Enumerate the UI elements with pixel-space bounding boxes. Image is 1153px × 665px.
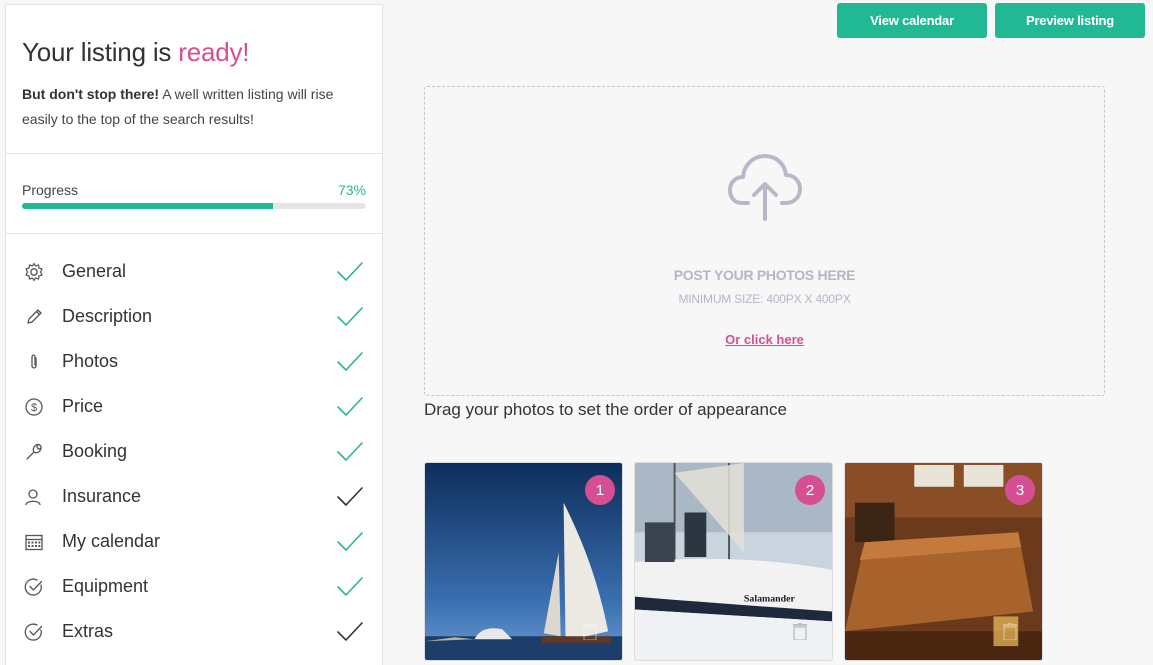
checkmark-icon: [337, 621, 363, 641]
step-label: Booking: [62, 441, 128, 461]
check-circle-icon: [22, 575, 46, 599]
step-item[interactable]: General: [6, 249, 382, 294]
listing-sidebar: Your listing is ready! But don't stop th…: [5, 4, 383, 665]
step-item[interactable]: Booking: [6, 429, 382, 474]
photo-order-badge: 1: [585, 475, 615, 505]
svg-text:$: $: [31, 402, 37, 414]
step-label: My calendar: [62, 531, 161, 551]
progress-bar: [22, 203, 366, 209]
check-circle-icon: [22, 620, 46, 644]
pencil-icon: [22, 305, 46, 329]
calendar-icon: [22, 530, 46, 554]
photo-order-badge: 2: [795, 475, 825, 505]
sidebar-description: But don't stop there! A well written lis…: [22, 82, 366, 132]
paperclip-icon: [22, 350, 46, 374]
dropzone-title: POST YOUR PHOTOS HERE: [673, 267, 856, 283]
description-bold: But don't stop there!: [22, 86, 160, 102]
step-item[interactable]: Equipment: [6, 564, 382, 609]
title-accent: ready!: [178, 37, 250, 67]
photo-thumbnail[interactable]: 3: [844, 462, 1043, 661]
progress-bar-fill: [22, 203, 274, 209]
step-item[interactable]: Extras: [6, 609, 382, 654]
dollar-icon: $: [22, 395, 46, 419]
trash-icon[interactable]: [793, 623, 807, 640]
dropzone-min-size: MINIMUM SIZE: 400PX X 400PX: [678, 292, 851, 306]
step-item[interactable]: Description: [6, 294, 382, 339]
photo-thumbnail[interactable]: Salamander 2: [634, 462, 833, 661]
photo-order-hint: Drag your photos to set the order of app…: [424, 400, 787, 419]
step-item[interactable]: $ Price: [6, 384, 382, 429]
trash-icon[interactable]: [1003, 623, 1017, 640]
click-to-upload-link[interactable]: Or click here: [425, 332, 1104, 347]
step-list: General Description Photos $ Price Booking Ins…: [6, 234, 382, 654]
checkmark-icon: [337, 486, 363, 506]
photo-order-badge: 3: [1005, 475, 1035, 505]
photo-dropzone[interactable]: POST YOUR PHOTOS HERE MINIMUM SIZE: 400P…: [424, 86, 1105, 396]
wrench-icon: [22, 440, 46, 464]
progress-section: Progress 73%: [6, 154, 382, 234]
page-title: Your listing is ready!: [22, 37, 366, 68]
checkmark-icon: [337, 441, 363, 461]
step-item[interactable]: Photos: [6, 339, 382, 384]
photo-thumbnail[interactable]: 1: [424, 462, 623, 661]
preview-listing-button[interactable]: Preview listing: [995, 3, 1145, 38]
step-item[interactable]: My calendar: [6, 519, 382, 564]
step-label: Description: [62, 306, 153, 326]
step-label: Price: [62, 396, 104, 416]
checkmark-icon: [337, 576, 363, 596]
sidebar-header: Your listing is ready! But don't stop th…: [6, 5, 382, 154]
step-label: Extras: [62, 621, 114, 641]
progress-percent: 73%: [337, 182, 366, 198]
step-item[interactable]: Insurance: [6, 474, 382, 519]
progress-label: Progress: [22, 182, 79, 198]
checkmark-icon: [337, 531, 363, 551]
checkmark-icon: [337, 261, 363, 281]
title-prefix: Your listing is: [22, 37, 179, 67]
trash-icon[interactable]: [583, 623, 597, 640]
step-label: Equipment: [62, 576, 149, 596]
user-icon: [22, 485, 46, 509]
svg-text:Salamander: Salamander: [744, 594, 796, 605]
step-label: Insurance: [62, 486, 142, 506]
view-calendar-button[interactable]: View calendar: [837, 3, 987, 38]
step-label: Photos: [62, 351, 119, 371]
step-label: General: [62, 261, 127, 281]
gear-icon: [22, 260, 46, 284]
checkmark-icon: [337, 306, 363, 326]
cloud-upload-icon: [728, 154, 802, 221]
checkmark-icon: [337, 396, 363, 416]
checkmark-icon: [337, 351, 363, 371]
